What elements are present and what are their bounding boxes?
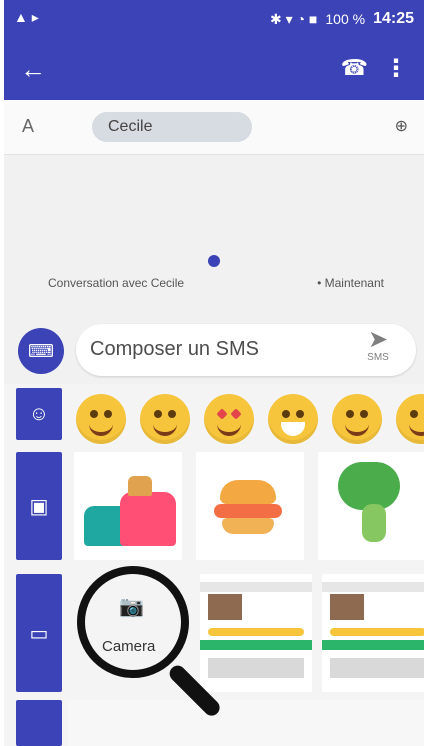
battery-level: 100 %	[325, 11, 366, 27]
add-contact-icon[interactable]: ⊕	[395, 116, 408, 136]
conversation-indicator	[208, 255, 220, 267]
broccoli-head	[338, 462, 400, 510]
recipient-bar: A Cecile ⊕	[4, 100, 424, 155]
image-tab-icon[interactable]: ▭	[16, 574, 62, 692]
burger-bottom	[222, 518, 274, 534]
phone-icon[interactable]: ☎	[341, 55, 368, 81]
laugh-emoji-icon[interactable]	[268, 394, 318, 444]
grinning-emoji-icon[interactable]	[76, 394, 126, 444]
recipient-label: A	[22, 116, 35, 136]
magnifier-overlay	[77, 566, 189, 678]
conversation-area: Conversation avec Cecile • Maintenant	[4, 154, 424, 314]
send-sms-button[interactable]: ➤ SMS	[358, 326, 398, 364]
sticker-tab-icon[interactable]: ▣	[16, 452, 62, 560]
toaster-right	[120, 492, 176, 546]
top-app-bar: ← ☎ ⋮	[4, 38, 424, 100]
grin-emoji-icon[interactable]	[332, 394, 382, 444]
keyboard-toggle-icon[interactable]: ⌨	[18, 328, 64, 374]
send-label: SMS	[367, 352, 389, 363]
conversation-title: Conversation avec Cecile	[48, 276, 185, 290]
recipient-name: Cecile	[108, 118, 153, 135]
sms-placeholder: Composer un SMS	[90, 338, 259, 360]
status-time: 14:25	[373, 10, 414, 27]
status-icons: ✱ ▾ ◔ ■	[270, 10, 318, 27]
recipient-chip[interactable]: Cecile	[92, 112, 252, 142]
more-options-icon[interactable]: ⋮	[384, 54, 408, 83]
gallery-thumbnail-2[interactable]	[322, 574, 424, 692]
more-tab[interactable]	[16, 700, 62, 746]
burger-meat	[214, 504, 282, 518]
messaging-screen: ▲ ▸ ✱ ▾ ◔ ■ 100 % 14:25 ← ☎ ⋮ A Cecile ⊕…	[4, 0, 424, 746]
broccoli-sticker[interactable]	[318, 452, 424, 560]
status-left-icons: ▲ ▸	[14, 9, 39, 25]
status-right: ✱ ▾ ◔ ■ 100 % 14:25	[270, 10, 414, 28]
status-bar: ▲ ▸ ✱ ▾ ◔ ■ 100 % 14:25	[4, 0, 424, 38]
sms-input[interactable]: Composer un SMS ➤ SMS	[76, 324, 416, 376]
send-icon: ➤	[367, 326, 389, 353]
bottom-strip	[68, 700, 424, 746]
gallery-thumbnail-1[interactable]	[200, 574, 312, 692]
toaster-sticker[interactable]	[74, 452, 182, 560]
partial-emoji-icon[interactable]	[396, 394, 424, 444]
burger-bun	[220, 480, 276, 504]
heart-eyes-emoji-icon[interactable]	[204, 394, 254, 444]
message-composer: ⌨ Composer un SMS ➤ SMS	[4, 318, 424, 384]
media-tray: ☺ ▣ ▭ 📷 Camera	[4, 384, 424, 746]
back-arrow-icon[interactable]: ←	[20, 54, 46, 85]
broccoli-stem	[362, 504, 386, 542]
conversation-time: • Maintenant	[317, 276, 384, 290]
toast-slice	[128, 476, 152, 496]
smile-emoji-icon[interactable]	[140, 394, 190, 444]
emoji-tab-icon[interactable]: ☺	[16, 388, 62, 440]
burger-sticker[interactable]	[196, 452, 304, 560]
emoji-row	[68, 388, 424, 446]
